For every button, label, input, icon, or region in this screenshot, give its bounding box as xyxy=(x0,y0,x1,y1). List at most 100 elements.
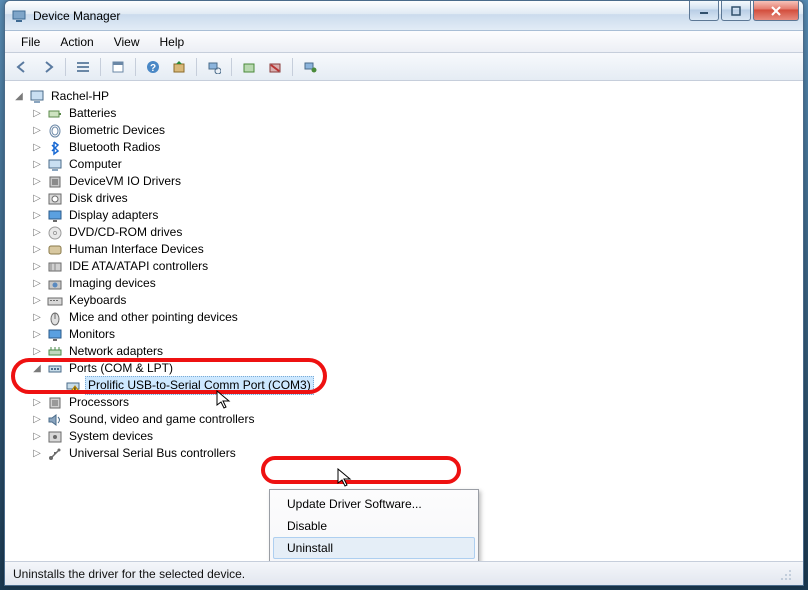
enable-device-button[interactable] xyxy=(238,56,260,78)
expand-icon[interactable]: ▷ xyxy=(31,295,43,307)
expand-icon[interactable]: ▷ xyxy=(31,142,43,154)
tree-category[interactable]: ▷ System devices xyxy=(31,428,799,445)
tree-category-label: Imaging devices xyxy=(67,275,158,292)
menu-file[interactable]: File xyxy=(11,31,50,52)
expand-icon[interactable]: ▷ xyxy=(31,329,43,341)
tree-category[interactable]: ▷ Bluetooth Radios xyxy=(31,139,799,156)
expand-icon[interactable]: ▷ xyxy=(31,414,43,426)
tree-category-label: Network adapters xyxy=(67,343,165,360)
tree-category-label: Display adapters xyxy=(67,207,160,224)
tree-category[interactable]: ▷Biometric Devices xyxy=(31,122,799,139)
tree-category[interactable]: ▷ Human Interface Devices xyxy=(31,241,799,258)
resize-grip-icon[interactable] xyxy=(779,566,795,582)
tree-category[interactable]: ▷Monitors xyxy=(31,326,799,343)
tree-category[interactable]: ▷Mice and other pointing devices xyxy=(31,309,799,326)
device-icon xyxy=(47,106,63,122)
context-update-driver[interactable]: Update Driver Software... xyxy=(273,493,475,515)
tree-root-label: Rachel-HP xyxy=(49,88,111,105)
tree-category-ports[interactable]: ◢Ports (COM & LPT) xyxy=(31,360,799,377)
tree-category[interactable]: ▷Batteries xyxy=(31,105,799,122)
device-icon xyxy=(47,259,63,275)
device-icon xyxy=(47,293,63,309)
expand-icon[interactable]: ▷ xyxy=(31,431,43,443)
tree-category[interactable]: ▷ Display adapters xyxy=(31,207,799,224)
context-disable[interactable]: Disable xyxy=(273,515,475,537)
expand-icon[interactable]: ▷ xyxy=(31,108,43,120)
update-driver-button[interactable] xyxy=(168,56,190,78)
device-icon xyxy=(47,191,63,207)
tree-category-label: Universal Serial Bus controllers xyxy=(67,445,238,462)
menu-view[interactable]: View xyxy=(104,31,150,52)
maximize-button[interactable] xyxy=(721,1,751,21)
menubar: File Action View Help xyxy=(5,31,803,53)
tree-category[interactable]: ▷ IDE ATA/ATAPI controllers xyxy=(31,258,799,275)
tree-category-label: System devices xyxy=(67,428,155,445)
tree-category-label: Disk drives xyxy=(67,190,130,207)
expand-icon[interactable]: ▷ xyxy=(31,397,43,409)
uninstall-device-button[interactable] xyxy=(264,56,286,78)
scan-hardware-button[interactable] xyxy=(203,56,225,78)
properties-button[interactable] xyxy=(107,56,129,78)
tree-category[interactable]: ▷DeviceVM IO Drivers xyxy=(31,173,799,190)
back-button[interactable] xyxy=(11,56,33,78)
expand-icon[interactable]: ▷ xyxy=(31,210,43,222)
expand-icon[interactable]: ▷ xyxy=(31,312,43,324)
tree-category[interactable]: ▷ Imaging devices xyxy=(31,275,799,292)
tree-category-label: Human Interface Devices xyxy=(67,241,206,258)
device-icon xyxy=(47,344,63,360)
device-icon xyxy=(47,208,63,224)
toolbar-separator xyxy=(100,58,101,76)
context-uninstall[interactable]: Uninstall xyxy=(273,537,475,559)
device-icon xyxy=(47,412,63,428)
expand-icon[interactable]: ▷ xyxy=(31,125,43,137)
tree-category-label: DVD/CD-ROM drives xyxy=(67,224,184,241)
tree-category[interactable]: ▷Computer xyxy=(31,156,799,173)
titlebar: Device Manager xyxy=(5,1,803,31)
device-icon xyxy=(47,310,63,326)
toolbar: ? xyxy=(5,53,803,81)
tree-category[interactable]: ▷Processors xyxy=(31,394,799,411)
ports-icon xyxy=(47,361,63,377)
device-icon xyxy=(47,327,63,343)
expand-icon[interactable]: ▷ xyxy=(31,193,43,205)
device-tree[interactable]: ◢ Rachel-HP ▷Batteries▷Biometric Devices… xyxy=(5,82,803,468)
forward-button[interactable] xyxy=(37,56,59,78)
menu-help[interactable]: Help xyxy=(150,31,195,52)
close-button[interactable] xyxy=(753,1,799,21)
tree-category[interactable]: ▷ Keyboards xyxy=(31,292,799,309)
tree-category-label: IDE ATA/ATAPI controllers xyxy=(67,258,210,275)
tree-root[interactable]: ◢ Rachel-HP xyxy=(13,88,799,105)
expand-icon[interactable]: ▷ xyxy=(31,346,43,358)
help-button[interactable]: ? xyxy=(142,56,164,78)
expand-icon[interactable]: ▷ xyxy=(31,244,43,256)
tree-category[interactable]: ▷ DVD/CD-ROM drives xyxy=(31,224,799,241)
computer-icon xyxy=(29,89,45,105)
expand-icon[interactable]: ▷ xyxy=(31,278,43,290)
window-controls xyxy=(689,1,799,21)
list-view-button[interactable] xyxy=(72,56,94,78)
expand-icon[interactable]: ▷ xyxy=(31,448,43,460)
expand-icon[interactable]: ▷ xyxy=(31,159,43,171)
expand-icon[interactable]: ▷ xyxy=(31,176,43,188)
expand-icon[interactable]: ▷ xyxy=(31,227,43,239)
minimize-button[interactable] xyxy=(689,1,719,21)
collapse-icon[interactable]: ◢ xyxy=(13,91,25,103)
expand-icon[interactable]: ▷ xyxy=(31,261,43,273)
cursor-icon xyxy=(337,468,353,488)
tree-category[interactable]: ▷ Network adapters xyxy=(31,343,799,360)
show-hidden-button[interactable] xyxy=(299,56,321,78)
status-text: Uninstalls the driver for the selected d… xyxy=(13,567,245,581)
tree-device-prolific[interactable]: !Prolific USB-to-Serial Comm Port (COM3) xyxy=(49,377,799,394)
port-warning-icon: ! xyxy=(65,378,81,394)
device-manager-window: Device Manager File Action View Help ? xyxy=(4,0,804,586)
device-icon xyxy=(47,140,63,156)
tree-category[interactable]: ▷ Universal Serial Bus controllers xyxy=(31,445,799,462)
tree-category-label: Bluetooth Radios xyxy=(67,139,162,156)
tree-category-label: Keyboards xyxy=(67,292,128,309)
menu-action[interactable]: Action xyxy=(50,31,103,52)
tree-category-label: Sound, video and game controllers xyxy=(67,411,256,428)
svg-text:!: ! xyxy=(74,386,77,394)
collapse-icon[interactable]: ◢ xyxy=(31,363,43,375)
tree-category[interactable]: ▷ Sound, video and game controllers xyxy=(31,411,799,428)
tree-category[interactable]: ▷ Disk drives xyxy=(31,190,799,207)
